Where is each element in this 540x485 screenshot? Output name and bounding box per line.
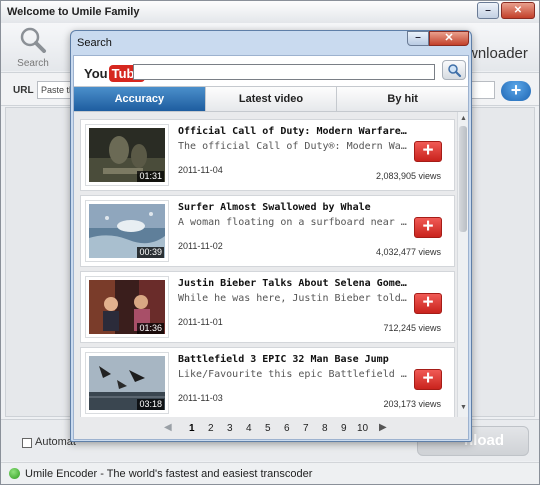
list-item[interactable]: 00:39 Surfer Almost Swallowed by Whale A… — [80, 195, 455, 267]
video-description: The official Call of Duty®: Modern Warfa… — [178, 141, 408, 152]
video-views: 712,245 views — [383, 323, 441, 333]
add-url-button[interactable]: + — [501, 81, 531, 101]
dialog-minimize-button[interactable]: – — [407, 31, 429, 46]
dialog-close-button[interactable]: ✕ — [429, 31, 469, 46]
search-input[interactable] — [133, 64, 435, 80]
page-link[interactable]: 4 — [246, 423, 252, 434]
video-views: 2,083,905 views — [375, 171, 441, 181]
video-date: 2011-11-04 — [178, 165, 223, 175]
window-title: Welcome to Umile Family — [7, 6, 140, 18]
status-bar: Umile Encoder - The world's fastest and … — [1, 462, 539, 484]
video-title[interactable]: Surfer Almost Swallowed by Whale — [178, 202, 408, 213]
video-description: While he was here, Justin Bieber told El… — [178, 293, 408, 304]
video-thumbnail[interactable]: 01:31 — [89, 128, 165, 182]
add-video-button[interactable]: + — [414, 293, 442, 314]
tab-accuracy[interactable]: Accuracy — [74, 87, 206, 111]
add-video-button[interactable]: + — [414, 369, 442, 390]
youtube-logo-you: You — [84, 66, 108, 81]
sort-tabs: Accuracy Latest video By hit — [74, 86, 469, 112]
video-description: A woman floating on a surfboard near San… — [178, 217, 408, 228]
page-link[interactable]: 1 — [189, 423, 195, 434]
video-title[interactable]: Justin Bieber Talks About Selena Gomez! — [178, 278, 408, 289]
scroll-down-icon[interactable]: ▼ — [460, 404, 467, 411]
pagination: ◀ 1 2 3 4 5 6 7 8 9 10 ▶ — [74, 417, 468, 439]
dialog-body: You Tube Accuracy Latest video By hit 01… — [73, 55, 469, 440]
add-video-button[interactable]: + — [414, 141, 442, 162]
thumbnail-frame: 01:31 — [85, 124, 169, 186]
add-video-button[interactable]: + — [414, 217, 442, 238]
video-views: 203,173 views — [383, 399, 441, 409]
video-thumbnail[interactable]: 00:39 — [89, 204, 165, 258]
thumbnail-frame: 03:18 — [85, 352, 169, 414]
url-input-end[interactable] — [471, 81, 495, 99]
page-link[interactable]: 5 — [265, 423, 271, 434]
dialog-title: Search — [77, 37, 112, 49]
results-scrollbar[interactable]: ▲ ▼ — [457, 112, 468, 417]
app-brand-text: wnloader — [467, 45, 528, 62]
search-tool-label: Search — [17, 58, 49, 69]
page-link[interactable]: 3 — [227, 423, 233, 434]
title-bar: Welcome to Umile Family – ✕ — [1, 1, 539, 23]
list-item[interactable]: 01:31 Official Call of Duty: Modern Warf… — [80, 119, 455, 191]
scroll-up-icon[interactable]: ▲ — [460, 115, 467, 122]
video-views: 4,032,477 views — [375, 247, 441, 257]
video-title[interactable]: Battlefield 3 EPIC 32 Man Base Jump — [178, 354, 408, 365]
results-list: 01:31 Official Call of Duty: Modern Warf… — [74, 112, 468, 417]
page-link[interactable]: 2 — [208, 423, 214, 434]
next-page-icon[interactable]: ▶ — [379, 422, 387, 433]
magnifier-icon — [20, 27, 46, 53]
list-item[interactable]: 03:18 Battlefield 3 EPIC 32 Man Base Jum… — [80, 347, 455, 417]
video-description: Like/Favourite this epic Battlefield 3 v… — [178, 369, 408, 380]
video-thumbnail[interactable]: 03:18 — [89, 356, 165, 410]
video-date: 2011-11-01 — [178, 317, 223, 327]
thumbnail-frame: 00:39 — [85, 200, 169, 262]
magnifier-icon — [448, 64, 462, 78]
video-date: 2011-11-02 — [178, 241, 223, 251]
page-link[interactable]: 7 — [303, 423, 309, 434]
prev-page-icon[interactable]: ◀ — [164, 422, 172, 433]
video-date: 2011-11-03 — [178, 393, 223, 403]
page-link[interactable]: 9 — [341, 423, 347, 434]
minimize-button[interactable]: – — [477, 2, 499, 19]
video-title[interactable]: Official Call of Duty: Modern Warfare 3 … — [178, 126, 408, 137]
status-text: Umile Encoder - The world's fastest and … — [25, 468, 313, 480]
page-link[interactable]: 10 — [357, 423, 368, 434]
video-duration: 01:31 — [137, 171, 164, 182]
search-tool-button[interactable]: Search — [15, 27, 51, 69]
search-button[interactable] — [442, 60, 466, 80]
video-duration: 00:39 — [137, 247, 164, 258]
page-link[interactable]: 6 — [284, 423, 290, 434]
video-thumbnail[interactable]: 01:36 — [89, 280, 165, 334]
list-item[interactable]: 01:36 Justin Bieber Talks About Selena G… — [80, 271, 455, 343]
auto-checkbox[interactable] — [22, 438, 32, 448]
video-duration: 01:36 — [137, 323, 164, 334]
scroll-thumb[interactable] — [459, 126, 467, 232]
thumbnail-frame: 01:36 — [85, 276, 169, 338]
search-dialog: Search – ✕ You Tube Accuracy Latest video… — [70, 30, 472, 442]
close-button[interactable]: ✕ — [501, 2, 535, 19]
video-duration: 03:18 — [137, 399, 164, 410]
tab-latest-video[interactable]: Latest video — [205, 87, 338, 111]
url-label: URL — [13, 85, 34, 96]
tab-by-hit[interactable]: By hit — [337, 87, 469, 111]
status-ok-icon — [9, 468, 20, 479]
page-link[interactable]: 8 — [322, 423, 328, 434]
